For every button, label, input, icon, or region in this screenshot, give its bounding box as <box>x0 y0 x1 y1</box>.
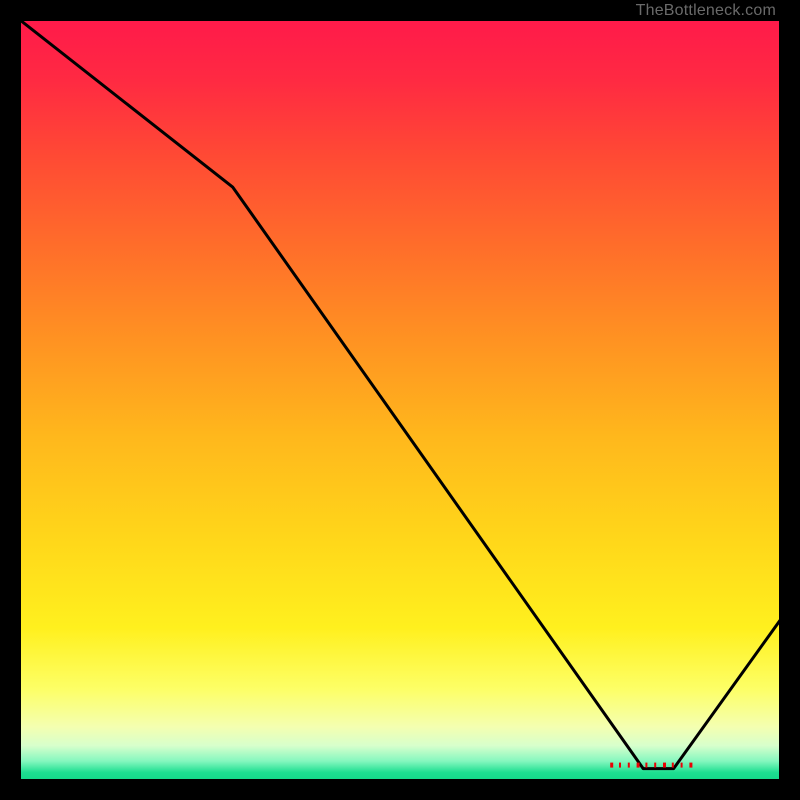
minimum-marker <box>654 763 656 768</box>
chart-overlay <box>20 20 780 780</box>
minimum-marker <box>619 763 621 768</box>
minimum-markers <box>610 763 692 768</box>
minimum-marker <box>689 763 692 768</box>
minimum-marker <box>672 763 674 768</box>
data-line <box>20 20 780 769</box>
chart-frame: TheBottleneck.com <box>20 20 780 780</box>
minimum-marker <box>645 763 647 768</box>
watermark-text: TheBottleneck.com <box>636 2 776 20</box>
axis-border <box>20 20 780 780</box>
minimum-marker <box>663 763 666 768</box>
minimum-marker <box>628 763 630 768</box>
minimum-marker <box>681 763 683 768</box>
minimum-marker <box>610 763 613 768</box>
minimum-marker <box>637 763 640 768</box>
